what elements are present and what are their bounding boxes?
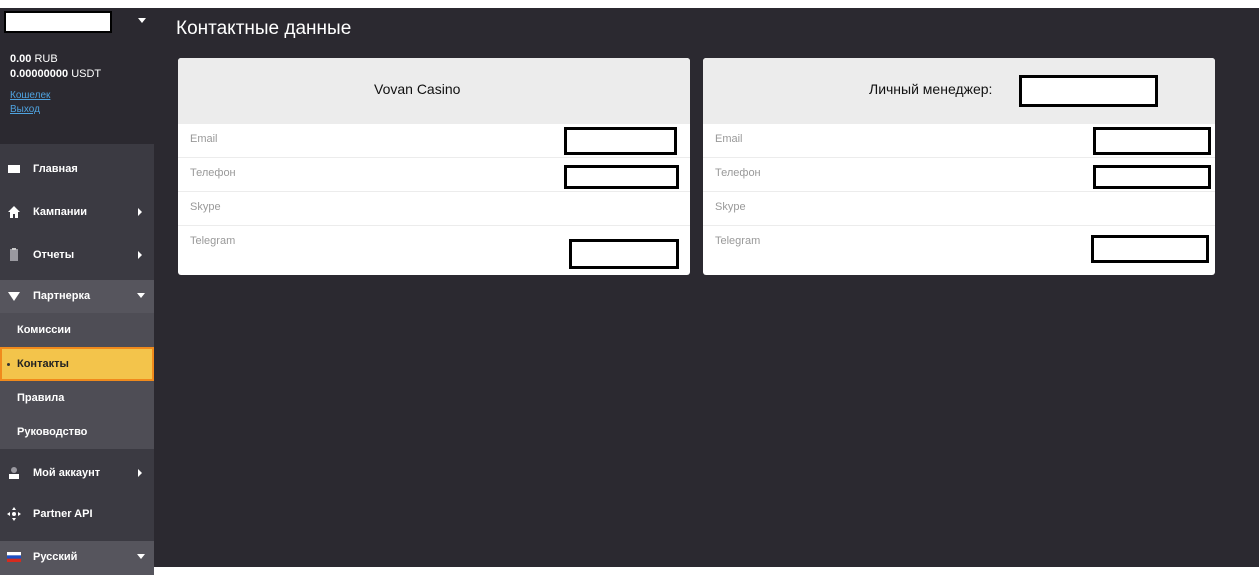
partner-submenu: Комиссии Контакты Правила Руководство (0, 313, 154, 449)
redacted-manager-name (1019, 75, 1158, 107)
submenu-item-guide[interactable]: Руководство (0, 415, 154, 449)
sidebar-item-label: Partner API (33, 508, 93, 520)
contact-row-skype: Skype (178, 192, 690, 226)
contact-card-manager: Личный менеджер: Email Телефон Skype Tel… (703, 58, 1215, 275)
card-title: Vovan Casino (374, 81, 461, 97)
sidebar-item-my-account[interactable]: Мой аккаунт (0, 457, 154, 491)
monitor-icon (8, 165, 20, 173)
sidebar-item-reports[interactable]: Отчеты (0, 239, 154, 273)
sidebar: 0.00 RUB 0.00000000 USDT Кошелек Выход Г… (0, 8, 154, 575)
submenu-item-label: Руководство (17, 426, 88, 438)
clipboard-icon (10, 248, 18, 261)
app-window: 0.00 RUB 0.00000000 USDT Кошелек Выход Г… (0, 8, 1259, 575)
sidebar-item-label: Партнерка (33, 290, 91, 302)
logout-link[interactable]: Выход (10, 104, 40, 115)
home-icon (8, 206, 20, 218)
chevron-down-icon (137, 554, 145, 559)
sidebar-item-label: Главная (33, 163, 78, 175)
card-title: Личный менеджер: (869, 81, 993, 97)
row-label: Email (715, 133, 743, 145)
contact-card-casino: Vovan Casino Email Телефон Skype Telegra… (178, 58, 690, 275)
row-label: Телефон (190, 167, 236, 179)
card-header: Личный менеджер: (703, 58, 1215, 124)
row-label: Email (190, 133, 218, 145)
card-header: Vovan Casino (178, 58, 690, 124)
wallet-link[interactable]: Кошелек (10, 90, 50, 101)
redacted-email (564, 127, 677, 155)
sidebar-item-partner-api[interactable]: Partner API (0, 498, 154, 532)
redacted-telegram (569, 239, 679, 269)
main-content: Контактные данные Vovan Casino Email Тел… (164, 8, 1259, 567)
sidebar-item-label: Отчеты (33, 249, 75, 261)
contact-row-skype: Skype (703, 192, 1215, 226)
redacted-phone (564, 165, 679, 189)
balance-panel: 0.00 RUB 0.00000000 USDT Кошелек Выход (0, 42, 154, 144)
sidebar-item-home[interactable]: Главная (0, 153, 154, 187)
bullet-icon (7, 363, 10, 366)
submenu-item-label: Комиссии (17, 324, 71, 336)
sidebar-item-partner[interactable]: Партнерка (0, 280, 154, 314)
sidebar-item-label: Кампании (33, 206, 88, 218)
submenu-item-contacts[interactable]: Контакты (0, 347, 154, 381)
chevron-right-icon (138, 251, 142, 259)
language-label: Русский (33, 551, 78, 563)
chevron-down-icon (137, 293, 145, 298)
language-select[interactable]: Русский (0, 541, 154, 575)
sidebar-item-campaigns[interactable]: Кампании (0, 196, 154, 230)
caret-down-icon (138, 18, 146, 23)
user-icon (9, 467, 19, 479)
russia-flag-icon (7, 552, 21, 562)
submenu-item-rules[interactable]: Правила (0, 381, 154, 415)
balance-usdt: 0.00000000 USDT (10, 68, 102, 80)
row-label: Skype (190, 201, 221, 213)
chevron-right-icon (138, 469, 142, 477)
move-arrows-icon (7, 507, 21, 521)
account-select[interactable] (0, 8, 154, 42)
sidebar-item-label: Мой аккаунт (33, 467, 101, 479)
triangle-down-icon (8, 292, 20, 301)
redacted-telegram (1091, 235, 1209, 263)
submenu-item-label: Контакты (17, 358, 69, 370)
submenu-item-commissions[interactable]: Комиссии (0, 313, 154, 347)
row-label: Telegram (190, 235, 236, 247)
submenu-item-label: Правила (17, 392, 65, 404)
chevron-right-icon (138, 208, 142, 216)
row-label: Телефон (715, 167, 761, 179)
redacted-phone (1093, 165, 1211, 189)
redacted-account-name (4, 11, 112, 33)
page-title: Контактные данные (176, 18, 352, 39)
row-label: Skype (715, 201, 746, 213)
balance-rub: 0.00 RUB (10, 53, 58, 65)
redacted-email (1093, 127, 1211, 155)
row-label: Telegram (715, 235, 761, 247)
